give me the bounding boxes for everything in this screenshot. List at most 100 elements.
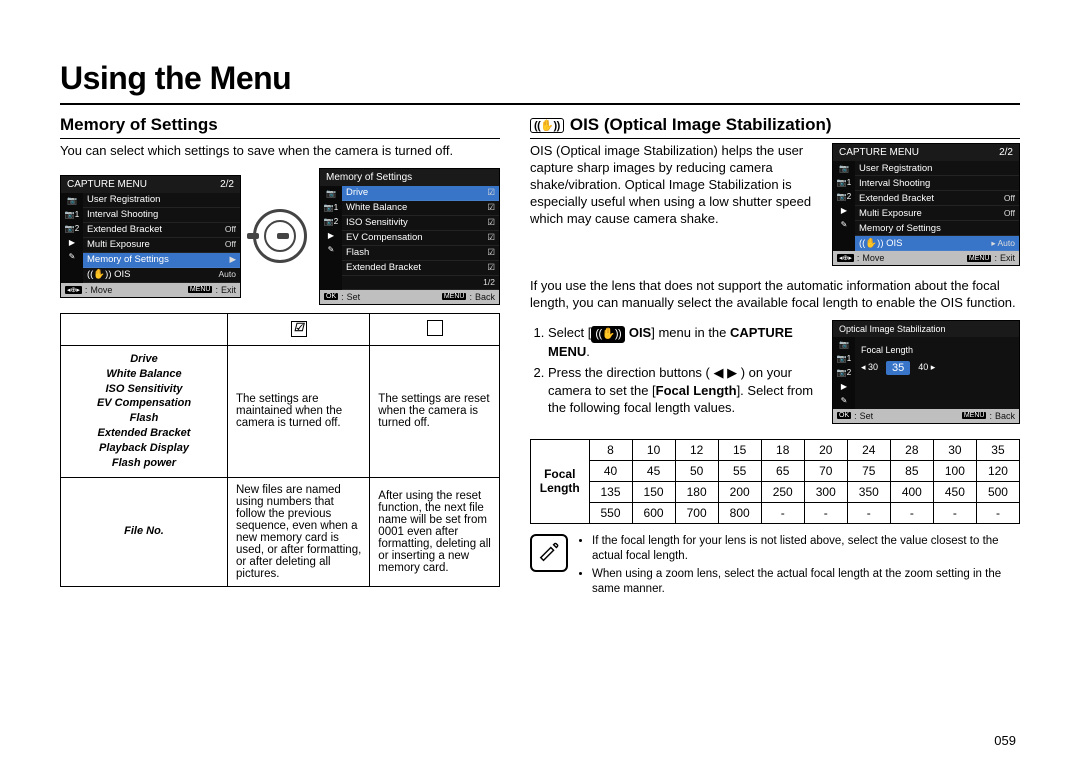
note-item: If the focal length for your lens is not…	[592, 534, 1020, 564]
edit-icon: ✎	[833, 219, 855, 231]
table-row: 550600700800------	[531, 502, 1020, 523]
lcd-footer: OK : Set MENU : Back	[320, 290, 499, 304]
focal-length-table: Focal Length 8101215182024283035 4045505…	[530, 439, 1020, 524]
memory-settings-table: ☑ Drive White Balance ISO Sensitivity EV…	[60, 313, 500, 587]
lcd-footer: OK : Set MENU : Back	[833, 409, 1019, 423]
heading-text: OIS (Optical Image Stabilization)	[570, 115, 832, 135]
focal-length-label: Focal Length	[861, 343, 1013, 361]
left-column: Memory of Settings You can select which …	[60, 115, 500, 600]
menu-row: Extended Bracket☑	[342, 261, 499, 276]
checked-behavior: New files are named using numbers that f…	[228, 477, 370, 586]
lcd-menu-list: User Registration Interval Shooting Exte…	[855, 161, 1019, 251]
right-column: ((✋)) OIS (Optical Image Stabilization) …	[530, 115, 1020, 600]
play-icon: ▶	[833, 205, 855, 217]
focal-value: ◂ 30	[861, 362, 878, 373]
edit-icon: ✎	[320, 244, 342, 256]
two-column-layout: Memory of Settings You can select which …	[60, 115, 1020, 600]
ok-key-icon: OK	[837, 412, 851, 419]
menu-row: Interval Shooting	[855, 176, 1019, 191]
table-row: Drive White Balance ISO Sensitivity EV C…	[61, 345, 500, 477]
ois-steps: Select [((✋)) OIS] menu in the CAPTURE M…	[530, 324, 818, 421]
step-1: Select [((✋)) OIS] menu in the CAPTURE M…	[548, 324, 818, 360]
nav-key-icon: ◂⊕▸	[65, 286, 82, 294]
note-callout: If the focal length for your lens is not…	[530, 534, 1020, 600]
menu-row: Multi ExposureOff	[83, 238, 240, 253]
focal-value: 40 ▸	[918, 362, 935, 373]
play-icon: ▶	[61, 237, 83, 249]
lcd-menu-list: User Registration Interval Shooting Exte…	[83, 193, 240, 283]
camera1-icon: 📷1	[61, 209, 83, 221]
camera1-icon: 📷1	[833, 353, 855, 365]
lcd-capture-menu-ois: CAPTURE MENU 2/2 📷 📷1 📷2 ▶ ✎ User Regist	[832, 143, 1020, 266]
menu-row: Multi ExposureOff	[855, 206, 1019, 221]
menu-key-icon: MENU	[962, 412, 987, 419]
camera1-icon: 📷1	[833, 177, 855, 189]
lcd-title: CAPTURE MENU	[67, 179, 147, 190]
focal-value-selected: 35	[886, 361, 910, 375]
lcd-sidebar: 📷 📷1 📷2 ▶ ✎	[320, 186, 342, 290]
lcd-title: Optical Image Stabilization	[839, 324, 946, 334]
nav-key-icon: ◂⊕▸	[837, 254, 854, 262]
lcd-sidebar: 📷 📷1 📷2 ▶ ✎	[833, 337, 855, 409]
lcd-row: CAPTURE MENU 2/2 📷 📷1 📷2 ▶ ✎ User Regist	[60, 168, 500, 305]
menu-row: Drive☑	[342, 186, 499, 201]
camera2-icon: 📷2	[833, 191, 855, 203]
menu-row-selected: Memory of Settings▶	[83, 253, 240, 268]
focal-panel: Focal Length ◂ 30 35 40 ▸	[855, 337, 1019, 409]
lcd-footer: ◂⊕▸ : Move MENU : Exit	[833, 251, 1019, 265]
lcd-menu-list: Drive☑ White Balance☑ ISO Sensitivity☑ E…	[342, 186, 499, 290]
menu-row: User Registration	[855, 161, 1019, 176]
lcd-memory-settings: Memory of Settings 📷 📷1 📷2 ▶ ✎ Drive☑	[319, 168, 500, 305]
ois-hand-icon: ((✋))	[530, 118, 564, 133]
menu-key-icon: MENU	[188, 286, 213, 293]
menu-key-icon: MENU	[967, 255, 992, 262]
table-row: File No. New files are named using numbe…	[61, 477, 500, 586]
column-checked-header: ☑	[228, 313, 370, 345]
memory-intro: You can select which settings to save wh…	[60, 143, 500, 160]
step-2: Press the direction buttons ( ◀ ▶ ) on y…	[548, 364, 818, 417]
camera1-icon: 📷1	[320, 202, 342, 214]
lcd-capture-menu: CAPTURE MENU 2/2 📷 📷1 📷2 ▶ ✎ User Regist	[60, 175, 241, 298]
camera2-icon: 📷2	[833, 367, 855, 379]
focal-length-label: Focal Length	[531, 439, 590, 523]
menu-row: ISO Sensitivity☑	[342, 216, 499, 231]
heading-text: Memory of Settings	[60, 115, 218, 135]
menu-row-selected: ((✋)) OIS▸ Auto	[855, 236, 1019, 251]
camera-icon: 📷	[833, 163, 855, 175]
checked-behavior: The settings are maintained when the cam…	[228, 345, 370, 477]
lcd-page: 2/2	[220, 179, 234, 190]
menu-row: Memory of Settings	[855, 221, 1019, 236]
lcd-title: Memory of Settings	[326, 172, 412, 183]
menu-key-icon: MENU	[442, 293, 467, 300]
note-pencil-icon	[530, 534, 568, 572]
edit-icon: ✎	[833, 395, 855, 407]
page-title: Using the Menu	[60, 60, 1020, 97]
setting-name-fileno: File No.	[61, 477, 228, 586]
unchecked-behavior: After using the reset function, the next…	[370, 477, 500, 586]
camera2-icon: 📷2	[61, 223, 83, 235]
unchecked-behavior: The settings are reset when the camera i…	[370, 345, 500, 477]
lcd-footer: ◂⊕▸ : Move MENU : Exit	[61, 283, 240, 297]
menu-row: User Registration	[83, 193, 240, 208]
section-heading-ois: ((✋)) OIS (Optical Image Stabilization)	[530, 115, 1020, 139]
lcd-ois-focal: Optical Image Stabilization 📷 📷1 📷2 ▶ ✎ …	[832, 320, 1020, 424]
title-divider	[60, 103, 1020, 105]
camera-icon: 📷	[61, 195, 83, 207]
camera-icon: 📷	[320, 188, 342, 200]
ok-key-icon: OK	[324, 293, 338, 300]
ois-hand-icon: ((✋))	[591, 326, 625, 343]
lcd-page: 2/2	[999, 147, 1013, 158]
table-row: 135150180200250300350400450500	[531, 481, 1020, 502]
page-number: 059	[994, 733, 1016, 748]
menu-pager: 1/2	[342, 276, 499, 290]
table-row: Focal Length 8101215182024283035	[531, 439, 1020, 460]
lcd-sidebar: 📷 📷1 📷2 ▶ ✎	[833, 161, 855, 251]
menu-row: Flash☑	[342, 246, 499, 261]
play-icon: ▶	[833, 381, 855, 393]
lcd-title: CAPTURE MENU	[839, 147, 919, 158]
section-heading-memory: Memory of Settings	[60, 115, 500, 139]
note-item: When using a zoom lens, select the actua…	[592, 567, 1020, 597]
lcd-sidebar: 📷 📷1 📷2 ▶ ✎	[61, 193, 83, 283]
camera2-icon: 📷2	[320, 216, 342, 228]
menu-row: White Balance☑	[342, 201, 499, 216]
